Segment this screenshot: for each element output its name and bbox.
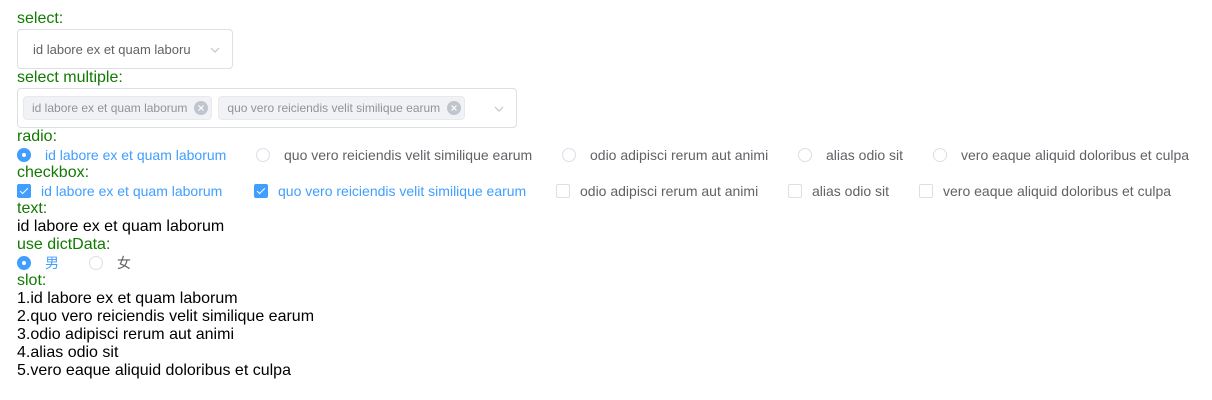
dict-radio-option[interactable]: 女 <box>89 253 131 273</box>
single-select-value: id labore ex et quam laboru <box>33 41 191 57</box>
selected-tag: id labore ex et quam laborum <box>23 96 213 120</box>
checkbox-option[interactable]: quo vero reiciendis velit similique earu… <box>254 183 556 199</box>
text-label: text: <box>17 200 48 217</box>
form-demo-page: select: id labore ex et quam laboru sele… <box>0 0 1212 380</box>
radio-button[interactable] <box>256 148 270 162</box>
chevron-down-icon <box>210 47 220 53</box>
dict-radio-option-label: 男 <box>45 255 59 271</box>
checkbox[interactable] <box>788 184 802 198</box>
radio-button[interactable] <box>562 148 576 162</box>
checkbox-label: checkbox: <box>17 164 90 181</box>
radio-option[interactable]: id labore ex et quam laborum <box>17 147 256 163</box>
selected-tag-label: id labore ex et quam laborum <box>32 101 188 115</box>
dict-radio-option[interactable]: 男 <box>17 253 89 273</box>
radio-option-label: alias odio sit <box>826 147 904 163</box>
radio-option-label: vero eaque aliquid doloribus et culpa <box>961 147 1190 163</box>
checkbox[interactable] <box>17 184 31 198</box>
radio-button[interactable] <box>798 148 812 162</box>
checkbox-option-label: alias odio sit <box>812 183 890 199</box>
radio-group: id labore ex et quam laborum quo vero re… <box>17 146 1212 164</box>
checkbox-option-label: vero eaque aliquid doloribus et culpa <box>943 183 1172 199</box>
close-circle-icon[interactable] <box>447 101 462 115</box>
dict-radio-option-label: 女 <box>117 255 131 271</box>
radio-option[interactable]: quo vero reiciendis velit similique earu… <box>256 147 562 163</box>
radio-option-label: odio adipisci rerum aut animi <box>590 147 769 163</box>
checkbox-option[interactable]: vero eaque aliquid doloribus et culpa <box>919 183 1171 199</box>
checkbox-option[interactable]: id labore ex et quam laborum <box>17 183 254 199</box>
radio-option-label: id labore ex et quam laborum <box>45 147 227 163</box>
radio-option[interactable]: vero eaque aliquid doloribus et culpa <box>933 147 1189 163</box>
checkbox-option-label: quo vero reiciendis velit similique earu… <box>278 183 527 199</box>
chevron-down-icon <box>494 106 504 112</box>
single-select[interactable]: id labore ex et quam laboru <box>17 29 233 69</box>
selected-tag-label: quo vero reiciendis velit similique earu… <box>227 101 441 115</box>
checkbox-option-label: odio adipisci rerum aut animi <box>580 183 759 199</box>
radio-option-label: quo vero reiciendis velit similique earu… <box>284 147 533 163</box>
selected-tag: quo vero reiciendis velit similique earu… <box>218 96 466 120</box>
slot-line: 4.alias odio sit <box>17 344 119 361</box>
checkbox-option[interactable]: alias odio sit <box>788 183 919 199</box>
select-label: select: <box>17 10 64 27</box>
radio-button[interactable] <box>17 148 31 162</box>
checkbox-option[interactable]: odio adipisci rerum aut animi <box>556 183 788 199</box>
select-multiple-label: select multiple: <box>17 69 123 86</box>
checkbox[interactable] <box>556 184 570 198</box>
radio-button[interactable] <box>17 256 31 270</box>
multiple-select[interactable]: id labore ex et quam laborum quo vero re… <box>17 88 517 128</box>
radio-option[interactable]: alias odio sit <box>798 147 933 163</box>
close-circle-icon[interactable] <box>194 101 209 115</box>
radio-label: radio: <box>17 128 58 145</box>
checkbox[interactable] <box>919 184 933 198</box>
dict-data-label: use dictData: <box>17 236 111 253</box>
slot-line: 5.vero eaque aliquid doloribus et culpa <box>17 362 291 379</box>
checkbox[interactable] <box>254 184 268 198</box>
checkbox-option-label: id labore ex et quam laborum <box>41 183 223 199</box>
slot-label: slot: <box>17 272 47 289</box>
radio-button[interactable] <box>89 256 103 270</box>
radio-button[interactable] <box>933 148 947 162</box>
slot-line: 1.id labore ex et quam laborum <box>17 290 238 307</box>
checkbox-group: id labore ex et quam laborum quo vero re… <box>17 182 1212 200</box>
radio-option[interactable]: odio adipisci rerum aut animi <box>562 147 798 163</box>
dict-radio-group: 男 女 <box>17 254 1212 272</box>
slot-line: 2.quo vero reiciendis velit similique ea… <box>17 308 315 325</box>
text-value: id labore ex et quam laborum <box>17 218 225 235</box>
slot-line: 3.odio adipisci rerum aut animi <box>17 326 234 343</box>
